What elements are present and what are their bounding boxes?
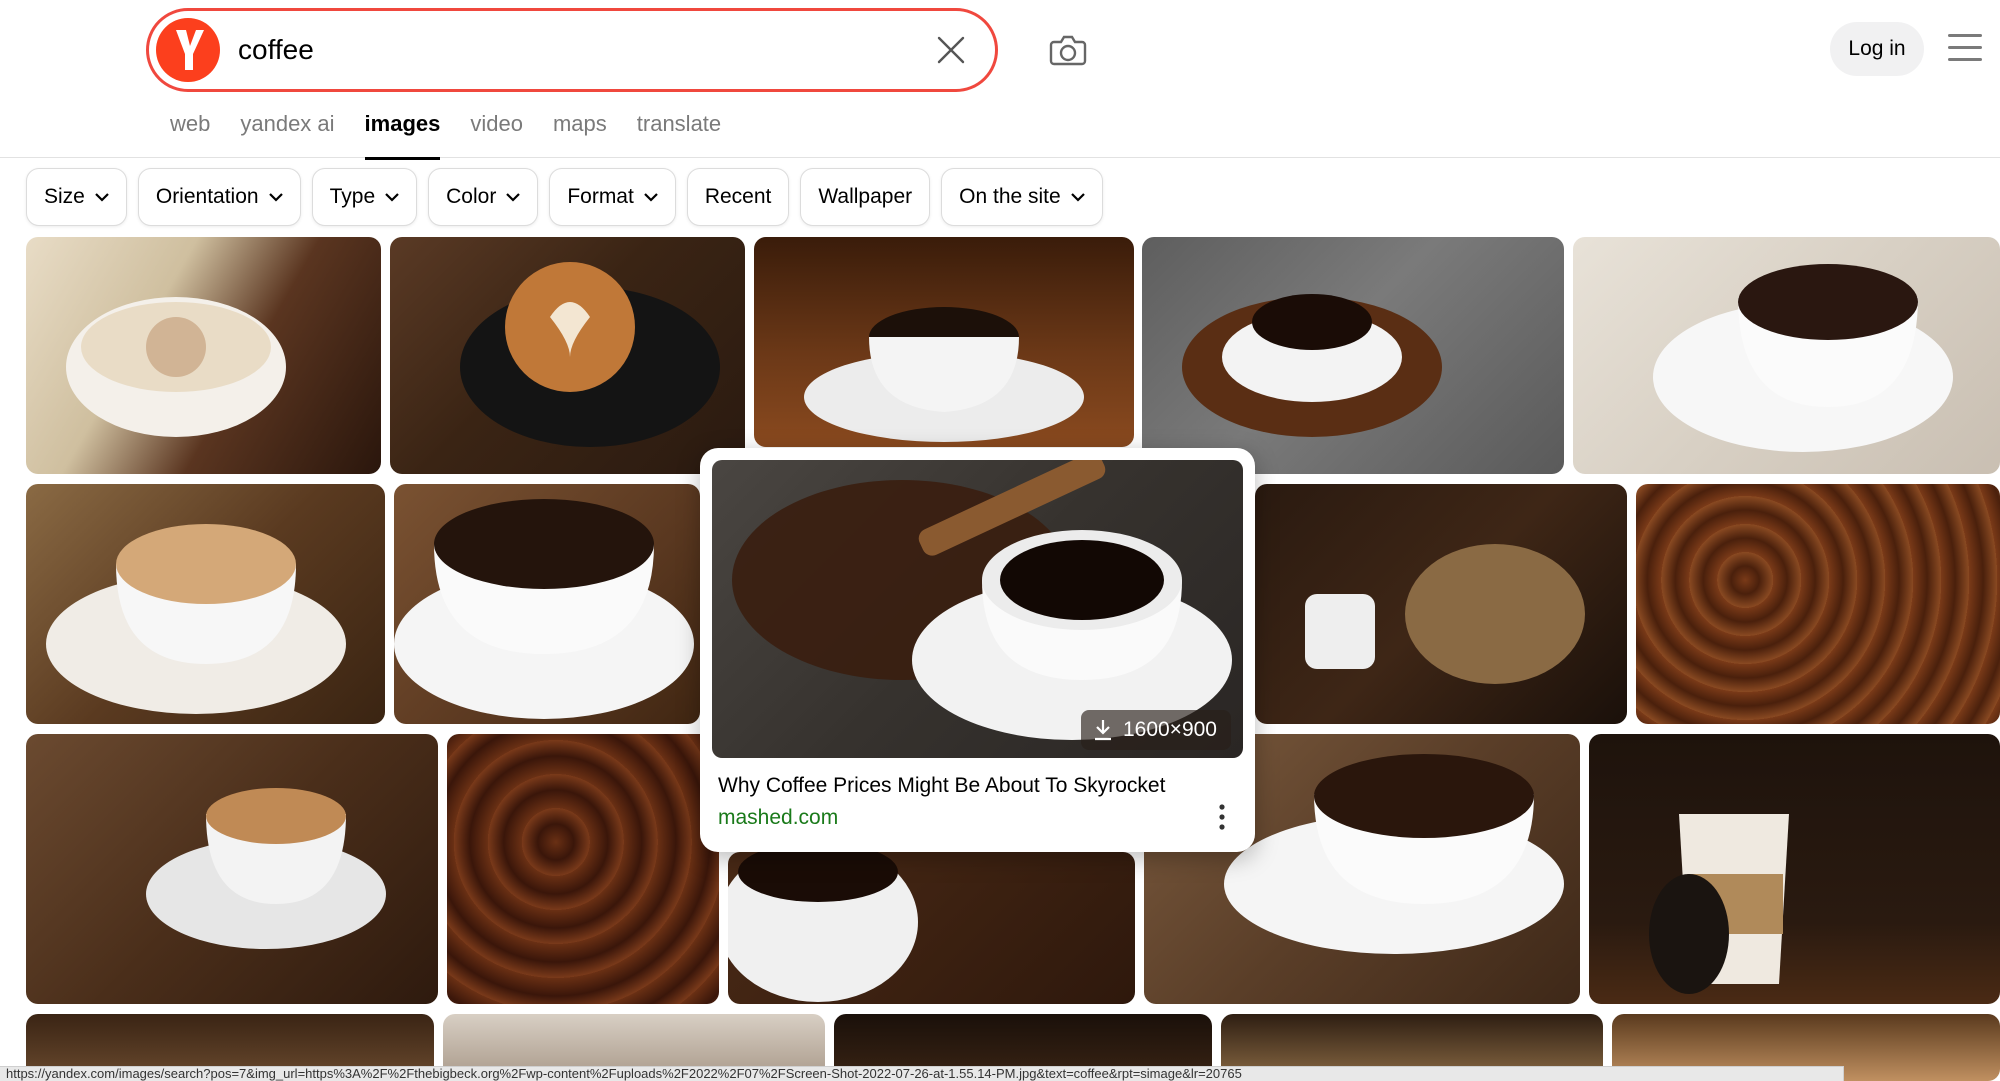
tab-translate[interactable]: translate (637, 104, 721, 158)
chevron-down-icon (1070, 192, 1085, 202)
tab-video[interactable]: video (470, 104, 523, 158)
filter-label: Recent (704, 185, 772, 208)
filter-label: Size (44, 185, 85, 208)
login-button[interactable]: Log in (1830, 22, 1924, 76)
coffee-cup-image (1305, 544, 1585, 684)
coffee-cup-image (1653, 264, 1953, 452)
preview-title[interactable]: Why Coffee Prices Might Be About To Skyr… (718, 774, 1165, 798)
hamburger-menu-icon[interactable] (1948, 34, 1982, 64)
filter-orientation[interactable]: Orientation (137, 168, 301, 226)
preview-image[interactable]: 1600×900 (712, 460, 1243, 758)
coffee-cup-image (1182, 294, 1442, 437)
image-thumbnail[interactable] (394, 484, 700, 724)
chevron-down-icon (506, 192, 521, 202)
filter-wallpaper[interactable]: Wallpaper (800, 168, 931, 226)
filter-label: Wallpaper (818, 185, 913, 208)
image-thumbnail[interactable] (26, 237, 381, 474)
chevron-down-icon (95, 192, 109, 202)
tab-yandex-ai[interactable]: yandex ai (240, 104, 334, 158)
image-thumbnail[interactable] (26, 484, 385, 724)
coffee-cup-image (804, 307, 1084, 442)
image-size-badge[interactable]: 1600×900 (1080, 710, 1231, 750)
image-thumbnail[interactable] (1636, 484, 2000, 724)
filter-format[interactable]: Format (549, 168, 676, 226)
tab-maps[interactable]: maps (553, 104, 607, 158)
coffee-cup-image (46, 524, 346, 714)
image-thumbnail[interactable] (1255, 484, 1627, 724)
chevron-down-icon (268, 192, 283, 202)
image-thumbnail[interactable] (1573, 237, 2000, 474)
coffee-cup-image (146, 788, 386, 949)
coffee-cup-image (66, 297, 286, 437)
filter-size[interactable]: Size (26, 168, 127, 226)
camera-search-icon[interactable] (1046, 28, 1090, 72)
filter-label: Orientation (155, 185, 259, 208)
filter-label: Color (446, 185, 497, 208)
coffee-cup-image (1649, 814, 1789, 994)
image-thumbnail[interactable] (1142, 237, 1564, 474)
filter-color[interactable]: Color (428, 168, 539, 226)
search-input[interactable]: coffee (238, 11, 314, 89)
coffee-cup-image (460, 262, 720, 447)
filter-type[interactable]: Type (311, 168, 418, 226)
chevron-down-icon (644, 192, 658, 202)
filter-recent[interactable]: Recent (686, 168, 790, 226)
image-thumbnail[interactable] (754, 237, 1134, 447)
filter-label: Type (329, 185, 376, 208)
more-options-icon[interactable] (1214, 802, 1230, 832)
filter-label: Format (567, 185, 634, 208)
image-thumbnail[interactable] (26, 734, 438, 1004)
chevron-down-icon (385, 192, 399, 202)
status-bar-url: https://yandex.com/images/search?pos=7&i… (0, 1066, 1844, 1081)
search-box[interactable]: coffee (146, 8, 998, 92)
preview-source-link[interactable]: mashed.com (718, 806, 838, 830)
coffee-cup-image (728, 852, 918, 1002)
coffee-cup-image (394, 499, 694, 719)
image-thumbnail[interactable] (447, 734, 719, 1004)
filter-label: On the site (959, 185, 1061, 208)
search-tabs: web yandex ai images video maps translat… (170, 104, 751, 160)
size-label: 1600×900 (1122, 718, 1217, 741)
tab-images[interactable]: images (364, 104, 440, 160)
tab-web[interactable]: web (170, 104, 210, 158)
image-preview-card[interactable]: 1600×900 Why Coffee Prices Might Be Abou… (700, 448, 1255, 852)
yandex-logo-icon[interactable] (156, 18, 220, 82)
image-thumbnail[interactable] (390, 237, 745, 474)
download-icon (1094, 720, 1111, 741)
image-thumbnail[interactable] (1589, 734, 2000, 1004)
filter-bar: Size Orientation Type Color Format Recen… (26, 168, 1103, 226)
header: coffee Log in web yandex ai images video… (0, 0, 2000, 160)
image-thumbnail[interactable] (728, 852, 1135, 1004)
clear-search-icon[interactable] (934, 33, 968, 67)
filter-on-the-site[interactable]: On the site (941, 168, 1103, 226)
